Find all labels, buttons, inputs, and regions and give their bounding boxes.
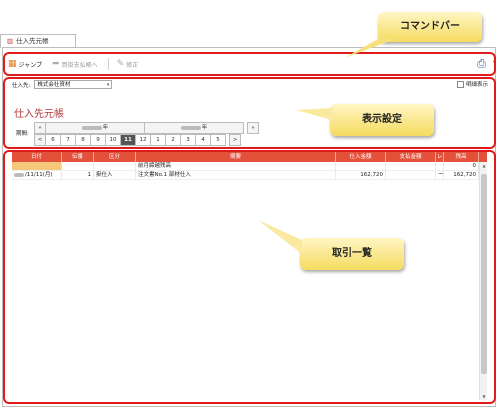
display-settings-callout-text: 表示設定 <box>362 114 402 125</box>
command-bar-callout-tail <box>344 38 398 58</box>
command-bar-callout-text: コマンドバー <box>400 21 460 32</box>
transactions-callout-text: 取引一覧 <box>332 248 372 259</box>
transactions-callout: 取引一覧 <box>300 238 404 270</box>
display-settings-callout: 表示設定 <box>330 104 434 136</box>
command-bar-highlight <box>3 52 496 76</box>
ledger-icon: ▥ <box>7 37 14 45</box>
display-settings-callout-tail <box>296 108 332 120</box>
transactions-callout-tail <box>258 220 302 254</box>
table-highlight <box>3 150 496 404</box>
tab-supplier-ledger[interactable]: ▥ 仕入先元帳 <box>0 34 76 48</box>
tab-label: 仕入先元帳 <box>16 37 49 45</box>
